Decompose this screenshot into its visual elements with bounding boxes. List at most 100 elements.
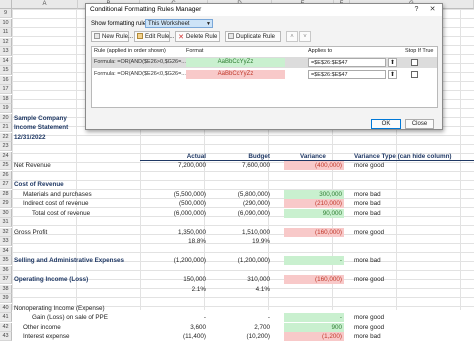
variance-type-cell[interactable]: more bad (354, 209, 381, 218)
variance-cell[interactable]: 900 (284, 322, 344, 332)
actual-cell[interactable]: - (146, 313, 206, 322)
help-button[interactable]: ? (412, 5, 421, 14)
row-header[interactable]: 25 (0, 161, 12, 170)
row-header[interactable]: 23 (0, 142, 12, 151)
row-header[interactable]: 13 (0, 47, 12, 56)
row-header[interactable]: 43 (0, 332, 12, 341)
row-header[interactable]: 16 (0, 75, 12, 85)
row-header[interactable]: 32 (0, 227, 12, 237)
budget-cell[interactable]: 2,700 (210, 323, 270, 332)
row-header[interactable]: 40 (0, 303, 12, 313)
row-header[interactable]: 11 (0, 28, 12, 37)
label-cell[interactable]: Operating Income (Loss) (14, 275, 88, 284)
actual-cell[interactable]: 3,600 (146, 323, 206, 332)
actual-cell[interactable]: (500,000) (146, 199, 206, 208)
row-header[interactable]: 35 (0, 256, 12, 265)
actual-cell[interactable]: 18.8% (146, 237, 206, 246)
budget-cell[interactable]: (6,090,000) (210, 209, 270, 218)
variance-cell[interactable]: 90,000 (284, 208, 344, 218)
label-cell[interactable]: Sample Company (14, 114, 67, 123)
show-rules-select[interactable]: This Worksheet ▼ (145, 19, 213, 28)
row-header[interactable]: 33 (0, 237, 12, 246)
variance-type-cell[interactable]: more bad (354, 332, 381, 341)
row-header[interactable]: 42 (0, 322, 12, 332)
label-cell[interactable]: 12/31/2022 (14, 133, 46, 142)
label-cell[interactable]: Gain (Loss) on sale of PPE (32, 313, 108, 322)
actual-cell[interactable]: (11,400) (146, 332, 206, 341)
label-cell[interactable]: Indirect cost of revenue (23, 199, 88, 208)
actual-cell[interactable]: 2.1% (146, 285, 206, 294)
budget-cell[interactable]: (1,200,000) (210, 256, 270, 265)
row-header[interactable]: 41 (0, 313, 12, 322)
row-header[interactable]: 15 (0, 66, 12, 75)
row-header[interactable]: 20 (0, 113, 12, 123)
budget-cell[interactable]: (10,200) (210, 332, 270, 341)
row-header[interactable]: 26 (0, 170, 12, 180)
row-header[interactable]: 37 (0, 275, 12, 284)
rule-row[interactable]: Formula: =OR(AND($E26>0,$G26=... AaBbCcY… (92, 57, 437, 68)
row-header[interactable]: 39 (0, 294, 12, 303)
row-header[interactable]: 9 (0, 9, 12, 18)
stop-if-true-checkbox[interactable] (411, 71, 418, 78)
budget-cell[interactable]: 7,600,000 (210, 161, 270, 170)
variance-type-cell[interactable]: more good (354, 228, 384, 237)
close-icon[interactable]: ✕ (428, 5, 437, 14)
variance-cell[interactable]: (400,000) (284, 161, 344, 170)
actual-cell[interactable]: 1,350,000 (146, 228, 206, 237)
row-header[interactable]: 24 (0, 151, 12, 161)
actual-cell[interactable]: 150,000 (146, 275, 206, 284)
row-header[interactable]: 12 (0, 37, 12, 47)
variance-type-cell[interactable]: more good (354, 161, 384, 170)
variance-type-cell[interactable]: more good (354, 323, 384, 332)
row-header[interactable]: 30 (0, 208, 12, 218)
label-cell[interactable]: Interest expense (23, 332, 70, 341)
row-header[interactable]: 19 (0, 104, 12, 113)
row-header[interactable]: 18 (0, 94, 12, 104)
actual-cell[interactable]: (1,200,000) (146, 256, 206, 265)
label-cell[interactable]: Nonoperating Income (Expense) (14, 304, 105, 313)
row-header[interactable]: 21 (0, 123, 12, 132)
row-header[interactable]: 10 (0, 18, 12, 28)
ok-button[interactable]: OK (371, 119, 401, 129)
row-header[interactable]: 29 (0, 199, 12, 208)
applies-to-input[interactable]: =$E$26:$E$47 (308, 70, 386, 79)
variance-cell[interactable]: - (284, 256, 344, 265)
budget-cell[interactable]: 19.9% (210, 237, 270, 246)
delete-rule-button[interactable]: ✕ Delete Rule (175, 31, 220, 42)
new-rule-button[interactable]: New Rule... (91, 31, 133, 42)
row-header[interactable]: 22 (0, 132, 12, 142)
select-all-corner[interactable] (0, 0, 12, 9)
close-button[interactable]: Close (405, 119, 434, 129)
variance-cell[interactable]: - (284, 313, 344, 322)
label-cell[interactable]: Net Revenue (14, 161, 51, 170)
range-picker-icon[interactable]: ⬆ (388, 58, 397, 67)
variance-cell[interactable]: (1,200) (284, 332, 344, 341)
variance-type-cell[interactable]: more bad (354, 190, 381, 199)
row-header[interactable]: 17 (0, 85, 12, 94)
row-header[interactable]: 36 (0, 265, 12, 275)
budget-cell[interactable]: (5,800,000) (210, 190, 270, 199)
label-cell[interactable]: Cost of Revenue (14, 180, 64, 189)
label-cell[interactable]: Gross Profit (14, 228, 47, 237)
stop-if-true-checkbox[interactable] (411, 59, 418, 66)
rule-row[interactable]: Formula: =OR(AND($E26<0,$G26=... AaBbCcY… (92, 69, 437, 80)
row-header[interactable]: 27 (0, 180, 12, 189)
budget-cell[interactable]: 1,510,000 (210, 228, 270, 237)
move-down-button[interactable]: ˅ (299, 31, 311, 42)
actual-cell[interactable]: 7,200,000 (146, 161, 206, 170)
variance-cell[interactable]: 300,000 (284, 189, 344, 199)
label-cell[interactable]: Income Statement (14, 123, 68, 132)
row-header[interactable]: 34 (0, 246, 12, 256)
applies-to-input[interactable]: =$E$26:$E$47 (308, 58, 386, 67)
range-picker-icon[interactable]: ⬆ (388, 70, 397, 79)
label-cell[interactable]: Materials and purchases (23, 190, 92, 199)
variance-type-cell[interactable]: more bad (354, 199, 381, 208)
budget-cell[interactable]: 310,000 (210, 275, 270, 284)
move-up-button[interactable]: ˄ (286, 31, 298, 42)
variance-type-cell[interactable]: more good (354, 313, 384, 322)
variance-type-cell[interactable]: more bad (354, 256, 381, 265)
duplicate-rule-button[interactable]: Duplicate Rule (225, 31, 281, 42)
budget-cell[interactable]: (290,000) (210, 199, 270, 208)
edit-rule-button[interactable]: Edit Rule... (134, 31, 174, 42)
row-header[interactable]: 31 (0, 218, 12, 227)
